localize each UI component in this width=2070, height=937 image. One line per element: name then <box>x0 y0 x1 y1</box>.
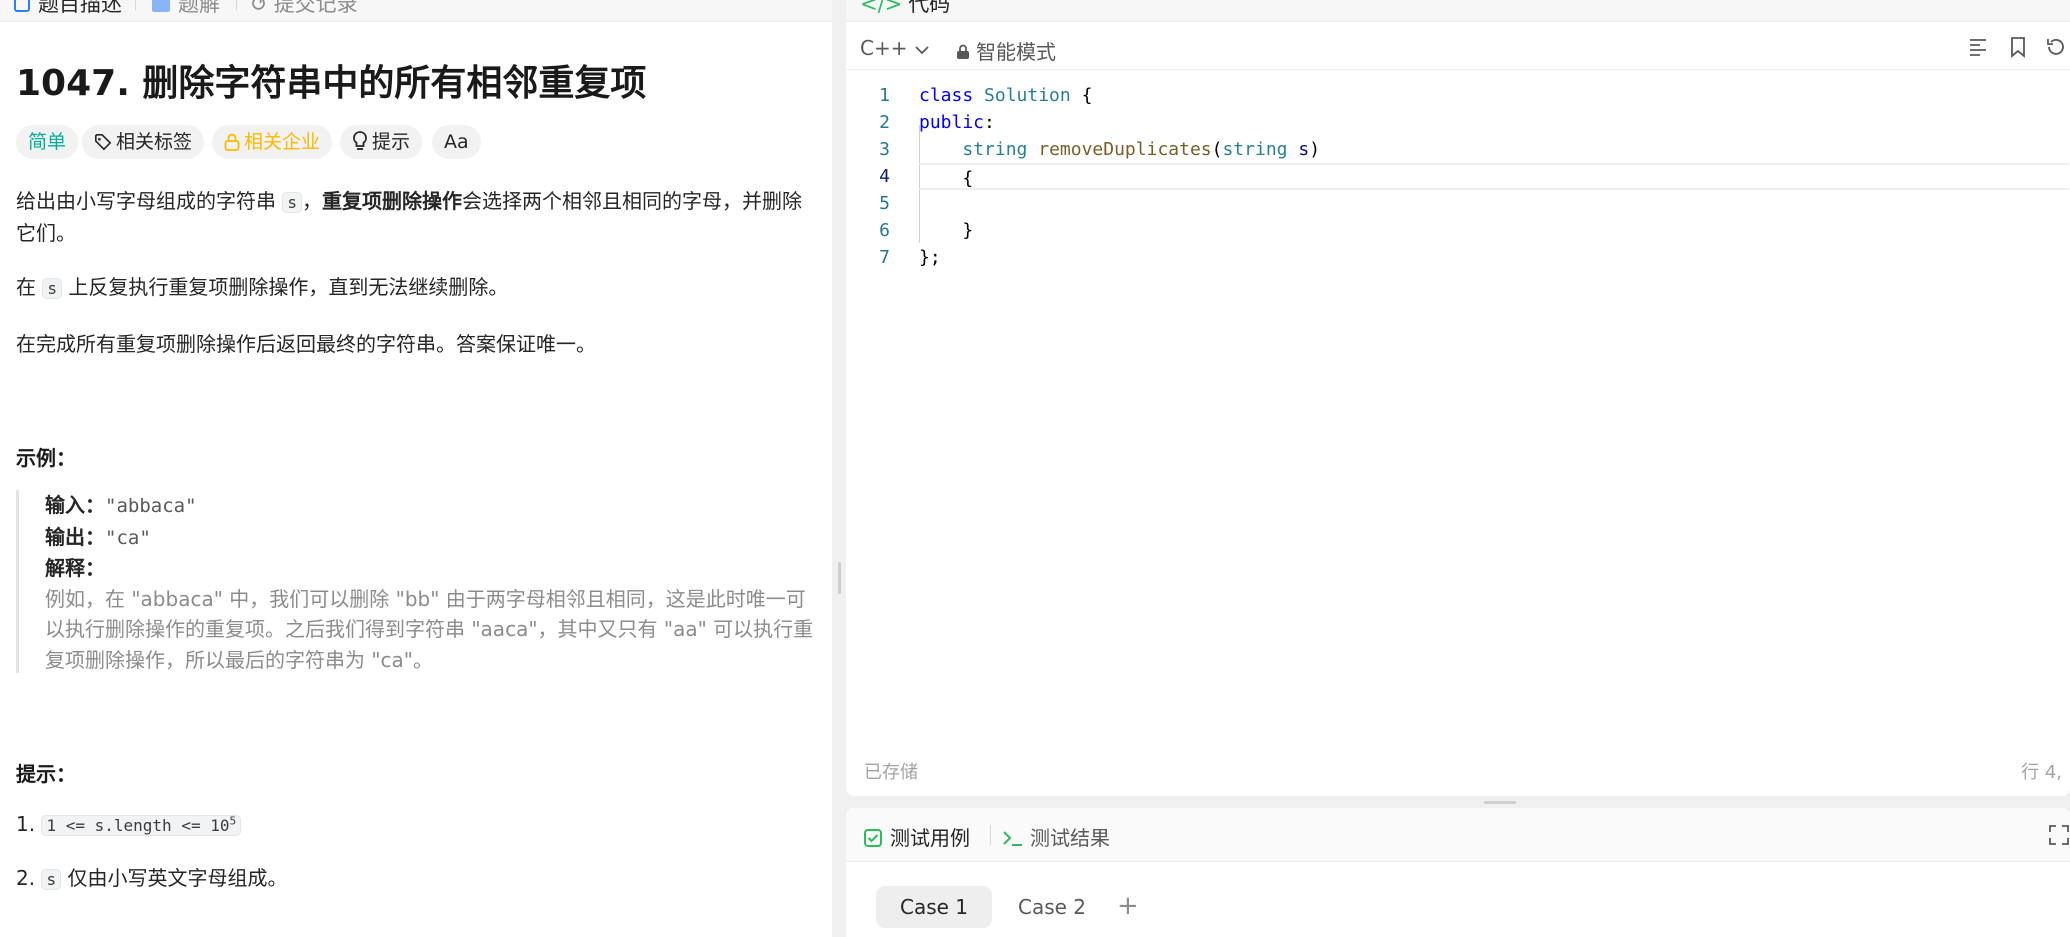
tab-solutions[interactable]: 题解 <box>152 0 220 18</box>
history-icon: ↺ <box>250 0 268 16</box>
checkbox-icon <box>864 829 882 847</box>
problem-title: 1047. 删除字符串中的所有相邻重复项 <box>16 63 647 104</box>
chevron-down-icon <box>915 46 930 55</box>
tab-code[interactable]: </> 代码 <box>860 0 950 18</box>
lock-icon <box>224 133 240 151</box>
line-number: 7 <box>879 247 890 268</box>
example-explanation: 例如，在 "abbaca" 中，我们可以删除 "bb" 由于两字母相邻且相同，这… <box>45 586 814 672</box>
code-area[interactable]: class Solution { public: string removeDu… <box>919 82 2069 271</box>
related-tags-button[interactable]: 相关标签 <box>82 125 205 159</box>
code-line[interactable]: public: <box>919 109 2069 136</box>
line-number-current: 4 <box>879 166 890 187</box>
tab-submissions[interactable]: ↺ 提交记录 <box>250 0 358 18</box>
hint-button[interactable]: 提示 <box>340 125 423 159</box>
bookmark-icon[interactable] <box>2007 36 2029 58</box>
description-paragraph-1: 给出由小写字母组成的字符串 s ，重复项删除操作会选择两个相邻且相同的字母，并删除… <box>16 189 802 245</box>
problem-panel: 题目描述 题解 ↺ 提交记录 1047. 删除字符串中的所有相邻重复项 简单 相关… <box>0 0 832 937</box>
example-output: 输出："ca" <box>45 524 151 549</box>
test-panel: 测试用例 测试结果 Case 1 Case 2 + <box>846 808 2070 937</box>
bold-term: 重复项删除操作 <box>322 189 462 213</box>
line-number-gutter: 1 2 3 4 5 6 7 <box>846 82 896 271</box>
inline-code: s <box>42 278 62 299</box>
language-select[interactable]: C++ <box>860 36 930 60</box>
format-icon[interactable] <box>1967 36 1989 58</box>
solutions-icon <box>152 0 170 12</box>
horizontal-splitter-grip[interactable] <box>1484 801 1516 804</box>
add-case-button[interactable]: + <box>1117 888 1139 924</box>
line-number: 1 <box>879 85 890 106</box>
constraint-item: 1. 1 <= s.length <= 105 <box>16 812 242 836</box>
editor-tab-bar: </> 代码 <box>846 0 2070 22</box>
terminal-icon <box>1003 831 1022 846</box>
example-heading: 示例： <box>16 446 76 470</box>
saved-status: 已存储 <box>864 762 918 783</box>
constraint-item: 2. s 仅由小写英文字母组成。 <box>16 866 288 890</box>
line-number: 3 <box>879 139 890 160</box>
code-line[interactable]: class Solution { <box>919 82 2069 109</box>
related-companies-button[interactable]: 相关企业 <box>212 125 333 159</box>
code-editor-card: </> 代码 C++ 智能模式 1 2 3 4 5 6 7 class Solut… <box>846 0 2070 796</box>
tab-testcase[interactable]: 测试用例 <box>864 822 970 851</box>
expand-icon[interactable] <box>2048 824 2070 846</box>
cursor-position: 行 4, <box>2021 762 2062 783</box>
code-icon: </> <box>860 0 903 16</box>
tab-divider <box>135 0 136 10</box>
case-tab-2[interactable]: Case 2 <box>994 886 1110 928</box>
editor-toolbar: C++ 智能模式 <box>846 30 2070 70</box>
left-tab-bar: 题目描述 题解 ↺ 提交记录 <box>0 0 832 22</box>
constraints-heading: 提示： <box>16 762 76 786</box>
case-tab-1[interactable]: Case 1 <box>876 886 993 928</box>
code-line[interactable]: string removeDuplicates(string s) <box>919 136 2069 163</box>
inline-code: s <box>282 192 302 213</box>
tab-divider <box>990 825 991 845</box>
difficulty-badge: 简单 <box>16 125 79 159</box>
tab-description[interactable]: 题目描述 <box>14 0 122 18</box>
description-paragraph-3: 在完成所有重复项删除操作后返回最终的字符串。答案保证唯一。 <box>16 332 596 356</box>
example-input: 输入："abbaca" <box>45 493 197 517</box>
translate-button[interactable]: Aa <box>432 125 481 159</box>
tab-divider <box>236 0 237 10</box>
smart-mode-toggle[interactable]: 智能模式 <box>956 36 1056 65</box>
tag-icon <box>94 133 112 151</box>
code-line[interactable]: } <box>919 217 2069 244</box>
lightbulb-icon <box>353 131 367 150</box>
line-number: 6 <box>879 220 890 241</box>
example-block: 输入："abbaca" 输出："ca" 解释： 例如，在 "abbaca" 中，… <box>16 490 816 673</box>
inline-code: 1 <= s.length <= 105 <box>41 815 242 836</box>
splitter-grip[interactable] <box>838 562 841 594</box>
description-paragraph-2: 在 s 上反复执行重复项删除操作，直到无法继续删除。 <box>16 275 509 299</box>
code-line[interactable]: }; <box>919 244 2069 271</box>
inline-code: s <box>41 869 62 890</box>
translate-icon: Aa <box>444 131 469 153</box>
example-explanation-label: 解释： <box>45 556 105 580</box>
code-line[interactable] <box>919 190 2069 217</box>
code-panel: </> 代码 C++ 智能模式 1 2 3 4 5 6 7 class Solut… <box>846 0 2070 937</box>
lock-icon <box>957 44 969 59</box>
reset-icon[interactable] <box>2045 36 2067 58</box>
line-number: 2 <box>879 112 890 133</box>
code-line-current[interactable]: { <box>919 163 2069 190</box>
description-icon <box>14 0 30 12</box>
tab-test-result[interactable]: 测试结果 <box>1002 822 1110 851</box>
vertical-splitter[interactable] <box>832 0 846 937</box>
line-number: 5 <box>879 193 890 214</box>
test-tab-bar: 测试用例 测试结果 <box>846 808 2070 862</box>
